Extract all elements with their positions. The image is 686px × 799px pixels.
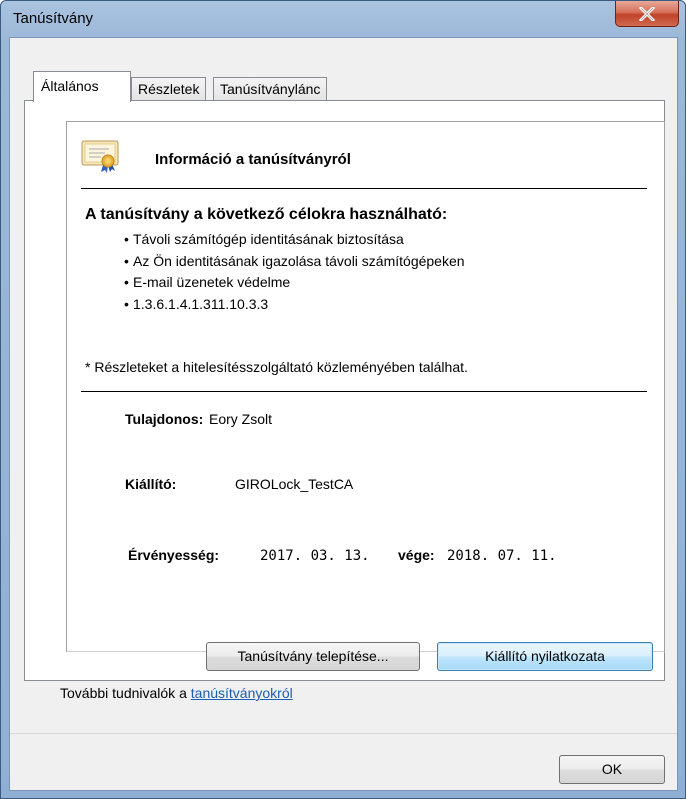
- valid-to-label: vége:: [398, 547, 435, 563]
- list-item: • Távoli számítógép identitásának biztosí…: [124, 231, 404, 247]
- tab-certification-path[interactable]: Tanúsítványlánc: [213, 77, 328, 101]
- tab-general[interactable]: Általános: [33, 71, 131, 102]
- list-item: • Az Ön identitásának igazolása távoli sz…: [124, 252, 465, 269]
- issuer-value[interactable]: GIROLock_TestCA: [235, 476, 353, 492]
- certificates-link[interactable]: tanúsítványokról: [191, 685, 293, 701]
- general-tab-panel: Információ a tanúsítványról A tanúsítván…: [24, 100, 665, 681]
- footer-text: További tudnivalók a: [60, 685, 191, 701]
- validity-label: Érvényesség:: [128, 547, 220, 563]
- issuer-statement-button[interactable]: Kiállító nyilatkozata: [437, 642, 653, 671]
- ok-button[interactable]: OK: [559, 755, 665, 784]
- info-title: Információ a tanúsítványról: [155, 151, 351, 168]
- frame-edge: [664, 122, 665, 653]
- issuer-label: Kiállító:: [125, 476, 177, 492]
- purpose-heading: A tanúsítvány a következő célokra haszná…: [85, 206, 448, 223]
- dialog-client-area: Részletek Tanúsítványlánc Általános Info…: [9, 37, 678, 791]
- purpose-list: • Távoli számítógép identitásának biztosí…: [124, 229, 465, 315]
- close-button[interactable]: [615, 1, 679, 27]
- certificate-icon: [81, 140, 119, 173]
- close-icon: [639, 6, 655, 21]
- valid-from-value: 2017. 03. 13.: [260, 548, 370, 564]
- title-bar[interactable]: Tanúsítvány: [1, 1, 685, 37]
- owner-value[interactable]: Eory Zsolt: [209, 411, 272, 427]
- valid-to-value: 2018. 07. 11.: [447, 548, 557, 564]
- certificate-info-frame: Információ a tanúsítványról A tanúsítván…: [66, 121, 665, 653]
- certificate-dialog-window: Tanúsítvány Részletek Tanúsítványlánc Ál…: [0, 0, 686, 799]
- divider: [81, 391, 647, 392]
- window-title: Tanúsítvány: [13, 10, 94, 27]
- divider: [81, 188, 647, 189]
- list-item: • 1.3.6.1.4.1.311.10.3.3: [124, 295, 269, 312]
- details-note: * Részleteket a hitelesítésszolgáltató k…: [85, 359, 468, 375]
- footer-info: További tudnivalók a tanúsítványokról: [60, 685, 293, 701]
- footer-separator: [10, 733, 677, 734]
- owner-label: Tulajdonos:: [125, 411, 204, 427]
- tab-details[interactable]: Részletek: [131, 77, 207, 101]
- list-item: • E-mail üzenetek védelme: [124, 274, 291, 290]
- install-certificate-button[interactable]: Tanúsítvány telepítése...: [206, 642, 420, 671]
